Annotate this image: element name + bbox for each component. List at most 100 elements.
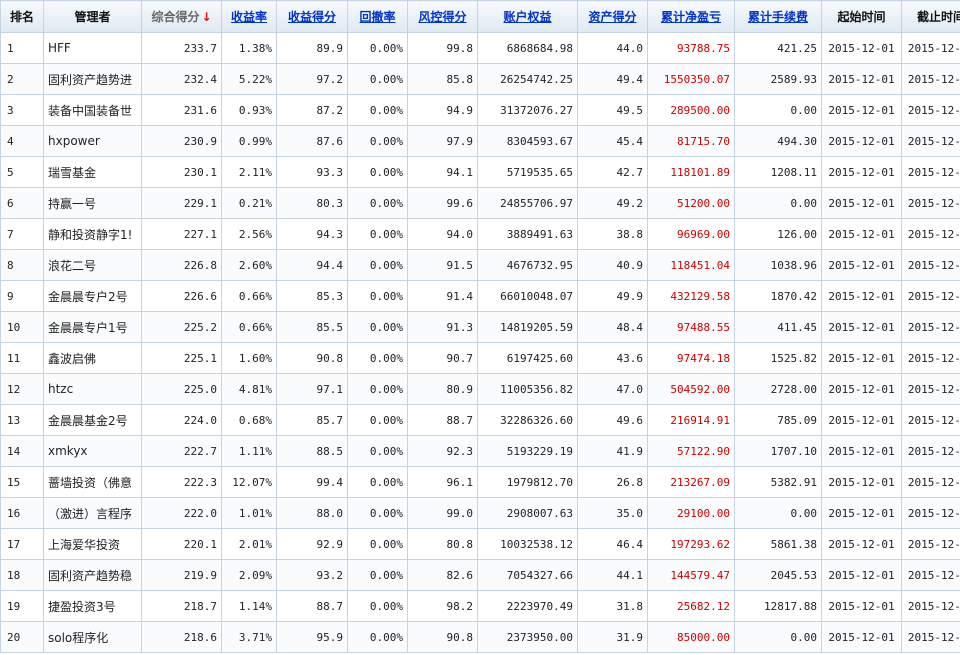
drawdown-cell: 0.00% (347, 466, 408, 498)
end-time-cell: 2015-12-01 (901, 559, 960, 591)
net-profit-cell: 197293.62 (647, 528, 735, 560)
equity-cell: 6197425.60 (477, 342, 578, 374)
asset-score-cell: 46.4 (577, 528, 648, 560)
start-time-cell: 2015-12-01 (821, 528, 902, 560)
drawdown-cell: 0.00% (347, 342, 408, 374)
score-cell: 218.6 (141, 621, 222, 653)
drawdown-cell: 0.00% (347, 125, 408, 157)
fees-cell: 1525.82 (734, 342, 822, 374)
asset-score-cell: 45.4 (577, 125, 648, 157)
return-score-cell: 89.9 (276, 32, 348, 64)
fees-cell: 0.00 (734, 94, 822, 126)
manager-cell: xmkyx (43, 435, 142, 467)
return-rate-cell: 2.56% (221, 218, 277, 250)
end-time-cell: 2015-12-01 (901, 125, 960, 157)
header-score-sort[interactable]: 综合得分 ↓ (141, 0, 222, 33)
header-asset-score-sort[interactable]: 资产得分 (577, 0, 648, 33)
table-body: 1 HFF 233.7 1.38% 89.9 0.00% 99.8 6868684.98 44.… (0, 32, 960, 653)
fees-cell: 0.00 (734, 497, 822, 529)
rank-cell: 9 (0, 280, 44, 312)
net-profit-cell: 216914.91 (647, 404, 735, 436)
risk-score-cell: 91.4 (407, 280, 478, 312)
table-row: 11 鑫波启佛 225.1 1.60% 90.8 0.00% 90.7 6197425.60 4… (0, 342, 960, 374)
drawdown-cell: 0.00% (347, 373, 408, 405)
start-time-cell: 2015-12-01 (821, 218, 902, 250)
table-row: 18 固利资产趋势稳 219.9 2.09% 93.2 0.00% 82.6 7054327.… (0, 559, 960, 591)
rank-cell: 6 (0, 187, 44, 219)
return-rate-cell: 0.68% (221, 404, 277, 436)
fees-cell: 2728.00 (734, 373, 822, 405)
equity-cell: 11005356.82 (477, 373, 578, 405)
manager-cell: HFF (43, 32, 142, 64)
return-score-cell: 85.7 (276, 404, 348, 436)
asset-score-cell: 43.6 (577, 342, 648, 374)
fees-cell: 12817.88 (734, 590, 822, 622)
asset-score-cell: 40.9 (577, 249, 648, 281)
rank-cell: 18 (0, 559, 44, 591)
fees-cell: 411.45 (734, 311, 822, 343)
header-net-profit-sort[interactable]: 累计净盈亏 (647, 0, 735, 33)
return-rate-cell: 0.93% (221, 94, 277, 126)
fees-cell: 5382.91 (734, 466, 822, 498)
net-profit-cell: 57122.90 (647, 435, 735, 467)
score-cell: 225.0 (141, 373, 222, 405)
end-time-cell: 2015-12-01 (901, 187, 960, 219)
manager-cell: 装备中国装备世 (43, 94, 142, 126)
table-row: 9 金晨晨专户2号 226.6 0.66% 85.3 0.00% 91.4 66010048.… (0, 280, 960, 312)
return-score-cell: 92.9 (276, 528, 348, 560)
end-time-cell: 2015-12-01 (901, 32, 960, 64)
risk-score-cell: 94.0 (407, 218, 478, 250)
net-profit-cell: 81715.70 (647, 125, 735, 157)
rank-cell: 15 (0, 466, 44, 498)
end-time-cell: 2015-12-01 (901, 218, 960, 250)
return-rate-cell: 2.11% (221, 156, 277, 188)
sort-down-arrow-icon: ↓ (201, 10, 212, 24)
return-score-cell: 93.2 (276, 559, 348, 591)
rank-cell: 8 (0, 249, 44, 281)
equity-cell: 24855706.97 (477, 187, 578, 219)
start-time-cell: 2015-12-01 (821, 156, 902, 188)
manager-cell: 捷盈投资3号 (43, 590, 142, 622)
return-rate-cell: 2.09% (221, 559, 277, 591)
header-fees-sort[interactable]: 累计手续费 (734, 0, 822, 33)
rank-cell: 1 (0, 32, 44, 64)
return-score-cell: 87.2 (276, 94, 348, 126)
drawdown-cell: 0.00% (347, 218, 408, 250)
drawdown-cell: 0.00% (347, 280, 408, 312)
risk-score-cell: 97.9 (407, 125, 478, 157)
net-profit-cell: 96969.00 (647, 218, 735, 250)
fees-cell: 2045.53 (734, 559, 822, 591)
header-score-label: 综合得分 (151, 10, 200, 24)
net-profit-cell: 85000.00 (647, 621, 735, 653)
table-row: 8 浪花二号 226.8 2.60% 94.4 0.00% 91.5 4676732.95 40… (0, 249, 960, 281)
header-return-score-sort[interactable]: 收益得分 (276, 0, 348, 33)
header-start-time: 起始时间 (821, 0, 902, 33)
table-row: 16 （激进）言程序 222.0 1.01% 88.0 0.00% 99.0 2908007.… (0, 497, 960, 529)
manager-cell: 持赢一号 (43, 187, 142, 219)
return-score-cell: 99.4 (276, 466, 348, 498)
table-row: 14 xmkyx 222.7 1.11% 88.5 0.00% 92.3 5193229.19… (0, 435, 960, 467)
score-cell: 230.9 (141, 125, 222, 157)
equity-cell: 8304593.67 (477, 125, 578, 157)
start-time-cell: 2015-12-01 (821, 32, 902, 64)
end-time-cell: 2015-12-01 (901, 621, 960, 653)
header-return-rate-sort[interactable]: 收益率 (221, 0, 277, 33)
table-row: 3 装备中国装备世 231.6 0.93% 87.2 0.00% 94.9 31372076.… (0, 94, 960, 126)
return-score-cell: 95.9 (276, 621, 348, 653)
asset-score-cell: 48.4 (577, 311, 648, 343)
fees-cell: 0.00 (734, 187, 822, 219)
start-time-cell: 2015-12-01 (821, 249, 902, 281)
header-risk-score-sort[interactable]: 风控得分 (407, 0, 478, 33)
rank-cell: 5 (0, 156, 44, 188)
header-drawdown-sort[interactable]: 回撤率 (347, 0, 408, 33)
start-time-cell: 2015-12-01 (821, 373, 902, 405)
equity-cell: 32286326.60 (477, 404, 578, 436)
manager-cell: 蔷墙投资（佛意 (43, 466, 142, 498)
net-profit-cell: 432129.58 (647, 280, 735, 312)
manager-cell: （激进）言程序 (43, 497, 142, 529)
table-row: 7 静和投资静字1! 227.1 2.56% 94.3 0.00% 94.0 3889491.… (0, 218, 960, 250)
drawdown-cell: 0.00% (347, 590, 408, 622)
asset-score-cell: 49.5 (577, 94, 648, 126)
manager-cell: 金晨晨专户2号 (43, 280, 142, 312)
header-equity-sort[interactable]: 账户权益 (477, 0, 578, 33)
